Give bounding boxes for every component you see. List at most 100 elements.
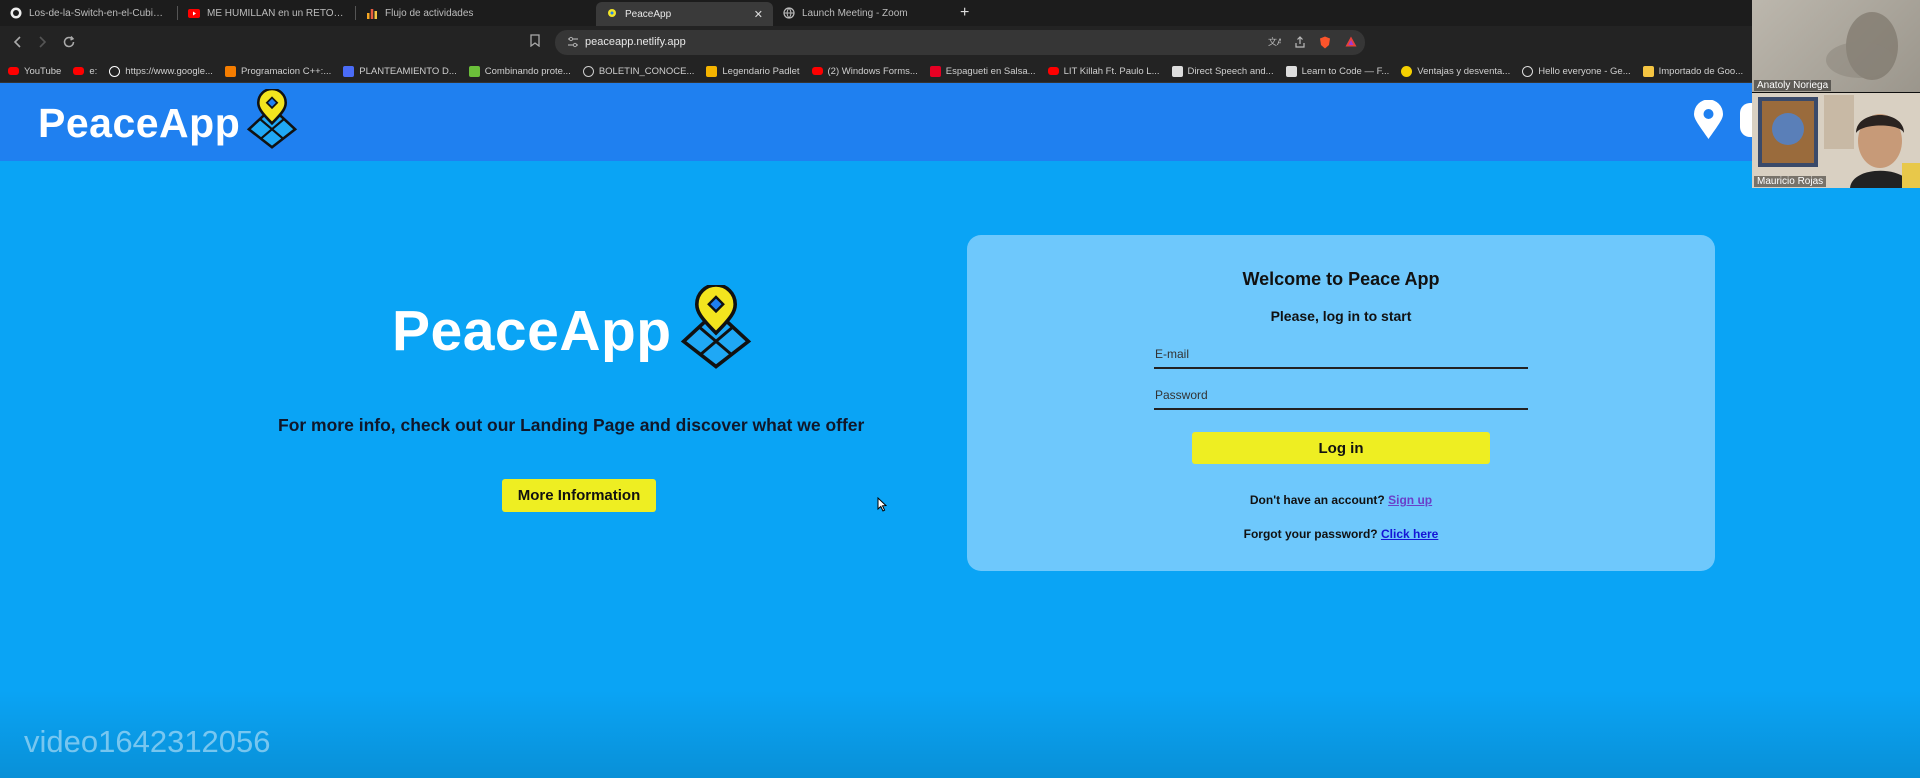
bookmark-item[interactable]: Learn to Code — F... [1285,65,1389,77]
bookmark-label: Espagueti en Salsa... [945,65,1036,77]
blogger-icon [224,65,236,77]
login-button[interactable]: Log in [1192,432,1490,464]
browser-tab[interactable]: Flujo de actividades [356,0,536,26]
folder-icon [1642,65,1654,77]
site-settings-icon[interactable] [567,36,579,51]
browser-tab-active[interactable]: PeaceApp ✕ [596,2,773,26]
globe-icon [783,7,795,19]
participant-name: Anatoly Noriega [1754,80,1832,91]
freecodecamp-icon [1285,65,1297,77]
sun-icon [1401,65,1413,77]
bookmark-label: YouTube [24,65,62,77]
participant-video[interactable]: Mauricio Rojas [1752,93,1920,188]
browser-tab[interactable]: Launch Meeting - Zoom [773,0,950,26]
translate-icon[interactable]: 文A [1268,36,1283,51]
wave-icon [1171,65,1183,77]
bookmark-label: LIT Killah Ft. Paulo L... [1063,65,1160,77]
bookmark-item[interactable]: Hello everyone - Ge... [1522,65,1631,77]
youtube-icon [73,67,85,75]
mouse-cursor-icon [877,496,888,517]
signup-prompt: Don't have an account? [1249,493,1385,507]
bookmark-label: BOLETIN_CONOCE... [598,65,695,77]
map-pin-logo-icon [674,283,758,374]
brave-rewards-icon[interactable] [1345,36,1357,50]
padlet-icon [706,65,718,77]
bookmark-item[interactable]: (2) Windows Forms... [811,65,918,77]
tab-title: Los-de-la-Switch-en-el-Cubiculo/PC [29,7,167,19]
doc-icon [343,65,355,77]
leaf-icon [468,65,480,77]
svg-text:文A: 文A [1268,36,1281,47]
header-logo[interactable]: PeaceApp [38,87,302,154]
bookmark-item[interactable]: Ventajas y desventa... [1401,65,1511,77]
bookmark-label: Importado de Goo... [1658,65,1744,77]
login-title: Welcome to Peace App [1242,269,1440,289]
address-bar[interactable]: peaceapp.netlify.app 文A [530,30,1365,55]
bookmark-label: Hello everyone - Ge... [1538,65,1631,77]
browser-toolbar: peaceapp.netlify.app 文A [0,26,1752,60]
participant-video[interactable]: Anatoly Noriega [1752,0,1920,92]
bookmark-item[interactable]: Legendario Padlet [706,65,800,77]
github-icon [10,7,22,19]
location-pin-icon[interactable] [1693,99,1724,145]
back-icon[interactable] [12,35,22,52]
tab-title: PeaceApp [625,8,672,20]
participant-video-feed [1752,93,1920,188]
youtube-icon [811,67,823,75]
hero-logo: PeaceApp [392,283,758,374]
video-watermark: video1642312056 [24,724,271,759]
login-card: Welcome to Peace App Please, log in to s… [967,235,1715,571]
map-pin-logo-icon [242,87,302,154]
bookmark-item[interactable]: Combinando prote... [468,65,571,77]
browser-tab-bar: Los-de-la-Switch-en-el-Cubiculo/PC ME HU… [0,0,1752,26]
email-field[interactable] [1154,341,1528,369]
bookmark-label: (2) Windows Forms... [827,65,918,77]
brand-name: PeaceApp [38,100,241,146]
password-field[interactable] [1154,382,1528,410]
bookmark-icon[interactable] [530,34,540,50]
bookmark-label: PLANTEAMIENTO D... [359,65,457,77]
forgot-password-row: Forgot your password? Click here [967,527,1715,541]
signup-link[interactable]: Sign up [1388,493,1432,507]
hero-description: For more info, check out our Landing Pag… [278,415,865,435]
bookmark-item[interactable]: https://www.google... [109,65,213,77]
bookmark-label: Combinando prote... [484,65,571,77]
app-header: PeaceApp [0,83,1760,161]
pinterest-icon [929,65,941,77]
bookmark-item[interactable]: YouTube [8,66,61,77]
bookmark-item[interactable]: LIT Killah Ft. Paulo L... [1047,65,1160,77]
bookmark-item[interactable]: PLANTEAMIENTO D... [343,65,457,77]
bookmark-item[interactable]: Espagueti en Salsa... [929,65,1036,77]
bookmark-item[interactable]: BOLETIN_CONOCE... [582,65,695,77]
bookmark-item[interactable]: Importado de Goo... [1642,65,1744,77]
browser-tab[interactable]: ME HUMILLAN en un RETO DE COM [178,0,355,26]
reload-icon[interactable] [62,35,76,52]
peaceapp-icon [606,8,618,20]
main-content: PeaceApp For more info, check out our La… [0,161,1920,778]
login-subtitle: Please, log in to start [1270,308,1412,324]
close-icon[interactable]: ✕ [754,8,763,21]
forgot-prompt: Forgot your password? [1243,527,1378,541]
bookmark-item[interactable]: e: [73,66,97,77]
bookmark-label: Direct Speech and... [1187,65,1274,77]
zoom-video-panel: Anatoly Noriega Mauricio Rojas [1752,0,1920,188]
globe-icon [582,65,594,77]
bookmark-item[interactable]: Programacion C++:... [224,65,332,77]
youtube-icon [1047,67,1059,75]
participant-video-feed [1826,12,1898,80]
share-icon[interactable] [1294,36,1306,51]
browser-tab[interactable]: Los-de-la-Switch-en-el-Cubiculo/PC [0,0,177,26]
bookmark-label: Programacion C++:... [240,65,332,77]
brave-shield-icon[interactable] [1319,36,1331,52]
new-tab-button[interactable]: + [960,4,969,22]
tab-title: ME HUMILLAN en un RETO DE COM [207,7,345,19]
bookmark-label: Ventajas y desventa... [1417,65,1511,77]
bookmarks-bar: YouTube e: https://www.google... Programaci… [0,60,1752,83]
more-information-button[interactable]: More Information [502,479,656,512]
forgot-password-link[interactable]: Click here [1381,527,1438,541]
chart-icon [366,7,378,19]
forward-icon[interactable] [38,35,48,52]
circle-icon [1522,65,1534,77]
bookmark-item[interactable]: Direct Speech and... [1171,65,1274,77]
participant-name: Mauricio Rojas [1754,176,1827,187]
